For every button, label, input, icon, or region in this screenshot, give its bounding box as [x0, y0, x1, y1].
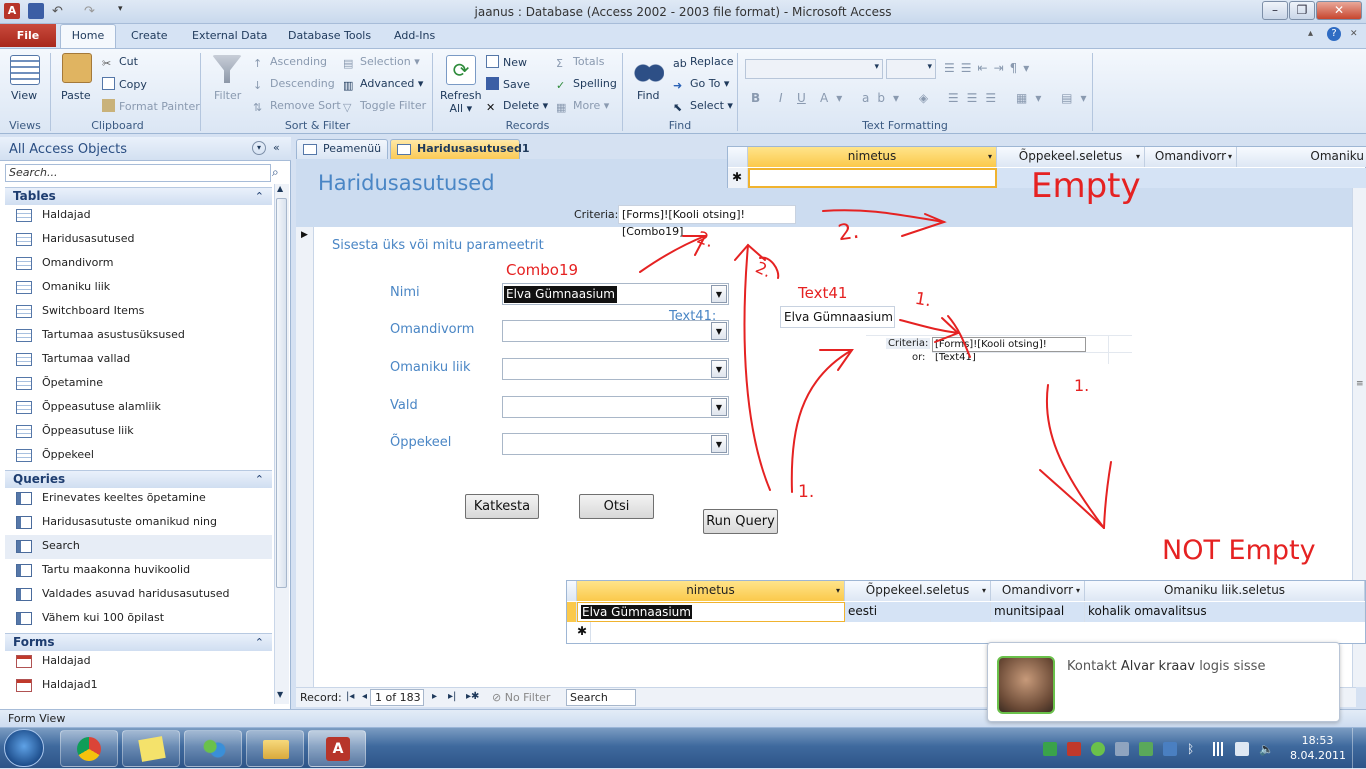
- messenger-icon: [201, 738, 227, 762]
- last-record-icon[interactable]: ▸|: [448, 691, 456, 702]
- bluetooth-icon[interactable]: ᛒ: [1187, 742, 1201, 756]
- previous-record-icon[interactable]: ◂: [362, 691, 367, 702]
- taskbar: A ᛒ 🔈 18:53 8.04.2011: [0, 727, 1366, 769]
- sticky-notes-icon: [138, 736, 166, 762]
- chrome-icon: [77, 737, 101, 761]
- no-filter-button[interactable]: ⊘ No Filter: [492, 691, 550, 704]
- access-icon: A: [326, 737, 350, 761]
- start-button[interactable]: [4, 729, 44, 767]
- new-record-nav-icon[interactable]: ▸✱: [466, 691, 479, 702]
- tray-icon-sync[interactable]: [1091, 742, 1105, 756]
- filter-icon: ⊘: [492, 691, 502, 704]
- tray-icon-h[interactable]: [1043, 742, 1057, 756]
- tray-icon-calendar[interactable]: [1067, 742, 1081, 756]
- folder-icon: [263, 740, 289, 759]
- taskbar-sticky-notes[interactable]: [122, 730, 180, 767]
- record-search-input[interactable]: Search: [566, 689, 636, 706]
- taskbar-explorer[interactable]: [246, 730, 304, 767]
- taskbar-access[interactable]: A: [308, 730, 366, 767]
- first-record-icon[interactable]: |◂: [346, 691, 354, 702]
- volume-icon[interactable]: 🔈: [1259, 742, 1274, 756]
- taskbar-chrome[interactable]: [60, 730, 118, 767]
- record-position-input[interactable]: 1 of 183: [370, 689, 424, 706]
- tray-icon-network-alert[interactable]: [1163, 742, 1177, 756]
- next-record-icon[interactable]: ▸: [432, 691, 437, 702]
- clock[interactable]: 18:53 8.04.2011: [1290, 733, 1346, 763]
- contact-login-notification[interactable]: Kontakt Alvar kraav logis sisse: [987, 642, 1340, 722]
- signal-icon[interactable]: [1211, 742, 1225, 756]
- show-desktop-button[interactable]: [1352, 728, 1366, 769]
- contact-avatar: [997, 656, 1055, 714]
- battery-icon[interactable]: [1235, 742, 1249, 756]
- taskbar-messenger[interactable]: [184, 730, 242, 767]
- tray-icon-sync2[interactable]: [1139, 742, 1153, 756]
- tray-icon-monitor[interactable]: [1115, 742, 1129, 756]
